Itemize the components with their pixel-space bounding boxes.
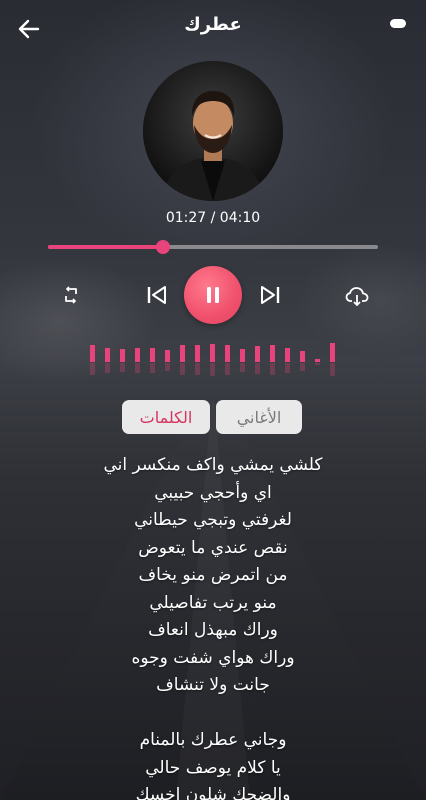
lyric-line: من اتمرض منو يخاف [138,565,288,585]
visualizer-bar [255,346,260,362]
lyric-line: والضحك شلون اخسك [135,785,291,800]
visualizer-bar [165,350,170,362]
visualizer-bar-reflection [255,363,260,374]
tab-songs[interactable]: الأغاني [216,400,302,434]
lyric-line: يا كلام يوصف حالي [145,757,281,778]
visualizer-bar-reflection [210,363,215,376]
visualizer-bar-reflection [150,363,155,373]
visualizer-bar [135,348,140,362]
visualizer-bar [105,348,110,362]
visualizer-bar [240,349,245,362]
pause-icon [207,287,219,303]
app-header: عطرك [0,0,426,56]
visualizer-bar-reflection [330,363,335,376]
download-button[interactable] [343,282,371,310]
visualizer-bar [90,345,95,362]
cloud-download-icon [345,287,369,306]
seek-bar[interactable] [48,240,378,254]
visualizer-bar [330,343,335,362]
page-title: عطرك [184,14,242,35]
artist-avatar [143,61,283,201]
visualizer-bar-reflection [225,363,230,375]
lyric-line: نقص عندي ما يتعوض [138,537,288,558]
visualizer-bar-reflection [270,363,275,375]
lyric-line: جانت ولا تنشاف [156,675,270,695]
visualizer-bar-reflection [165,363,170,371]
visualizer-bar [315,359,320,362]
tab-lyrics-label: الكلمات [139,407,193,427]
repeat-button[interactable] [58,282,84,308]
lyric-line: وجاني عطرك بالمنام [139,730,287,750]
visualizer-bar [300,351,305,362]
lyric-line: كلشي يمشي واكف منكسر اني [103,455,323,475]
lyric-line: منو يرتب تفاصيلي [149,592,277,613]
visualizer-bar [285,348,290,362]
visualizer-bar [225,345,230,362]
lyric-line [0,700,426,728]
repeat-icon [65,286,77,304]
skip-previous-icon [147,286,166,304]
tab-songs-label: الأغاني [236,407,282,427]
lyric-line: وراك مبهذل انعاف [148,620,278,640]
lyric-line: وراك هواي شفت وجوه [131,647,295,668]
visualizer-bar [150,348,155,362]
visualizer-bar-reflection [135,363,140,373]
visualizer-bar-reflection [120,363,125,372]
visualizer-bar-reflection [300,363,305,371]
play-pause-button[interactable] [184,266,242,324]
lyric-line: اي وأحجي حبيبي [154,482,272,503]
visualizer-bar-reflection [105,363,110,373]
visualizer-bar-reflection [90,363,95,375]
visualizer-bar [270,345,275,362]
visualizer-bar [180,345,185,362]
next-button[interactable] [256,281,284,309]
menu-button[interactable] [390,19,406,28]
visualizer-bar [195,345,200,362]
artist-photo [143,61,283,201]
visualizer-bar-reflection [240,363,245,372]
visualizer-bar-reflection [285,363,290,373]
visualizer-bar [120,349,125,362]
previous-button[interactable] [143,281,171,309]
skip-next-icon [261,286,280,304]
tab-lyrics[interactable]: الكلمات [122,400,210,434]
audio-visualizer [90,343,335,376]
visualizer-bar [210,344,215,362]
visualizer-bar-reflection [195,363,200,375]
lyric-line: لغرفتي وتبجي حيطاني [134,510,292,530]
time-display: 01:27 / 04:10 [165,210,261,226]
seek-bar-thumb[interactable] [156,240,170,254]
lyrics-panel: كلشي يمشي واكف منكسر اني اي وأحجي حبيبي لغ… [0,452,426,800]
visualizer-bar-reflection [180,363,185,375]
visualizer-bar-reflection [315,363,320,365]
seek-bar-fill [48,245,163,249]
